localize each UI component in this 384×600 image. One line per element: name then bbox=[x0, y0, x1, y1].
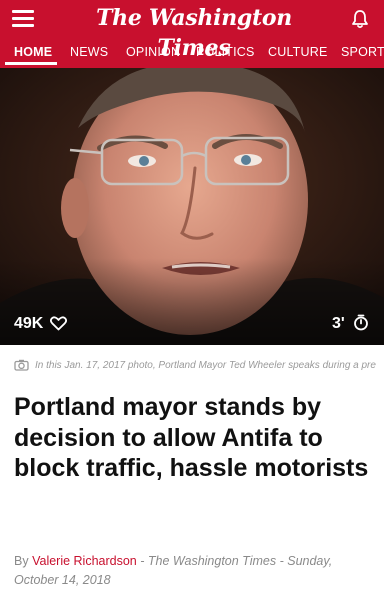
camera-icon bbox=[14, 359, 29, 371]
likes-value: 49K bbox=[14, 315, 44, 332]
likes-count[interactable]: 49K bbox=[14, 313, 67, 335]
byline-prefix: By bbox=[14, 554, 29, 568]
article-byline: By Valerie Richardson - The Washington T… bbox=[14, 552, 374, 590]
bell-icon[interactable] bbox=[350, 8, 370, 30]
tab-news[interactable]: NEWS bbox=[70, 40, 108, 68]
portrait-illustration bbox=[0, 68, 384, 345]
app-header: The Washington Times HOME NEWS OPINION P… bbox=[0, 0, 384, 68]
read-time: 3' bbox=[332, 313, 369, 335]
tab-politics[interactable]: POLITICS bbox=[196, 40, 255, 68]
author-link[interactable]: Valerie Richardson bbox=[32, 554, 137, 568]
active-tab-indicator bbox=[5, 62, 57, 65]
article-headline: Portland mayor stands by decision to all… bbox=[14, 393, 369, 482]
read-time-value: 3' bbox=[332, 315, 345, 332]
tab-culture[interactable]: CULTURE bbox=[268, 40, 328, 68]
heart-icon[interactable] bbox=[49, 316, 67, 331]
tab-sports[interactable]: SPORTS bbox=[341, 40, 384, 68]
byline-separator: - bbox=[279, 554, 284, 568]
brand-logo[interactable]: The Washington Times bbox=[64, 3, 324, 61]
timer-icon bbox=[354, 314, 369, 331]
publication-name: The Washington Times bbox=[147, 554, 277, 568]
caption-text: In this Jan. 17, 2017 photo, Portland Ma… bbox=[35, 360, 376, 371]
photo-caption: In this Jan. 17, 2017 photo, Portland Ma… bbox=[0, 355, 384, 379]
hamburger-menu-icon[interactable] bbox=[12, 10, 34, 28]
hero-photo[interactable] bbox=[0, 68, 384, 345]
section-nav: HOME NEWS OPINION POLITICS CULTURE SPORT… bbox=[0, 40, 384, 68]
tab-opinion[interactable]: OPINION bbox=[126, 40, 180, 68]
byline-separator: - bbox=[140, 554, 145, 568]
